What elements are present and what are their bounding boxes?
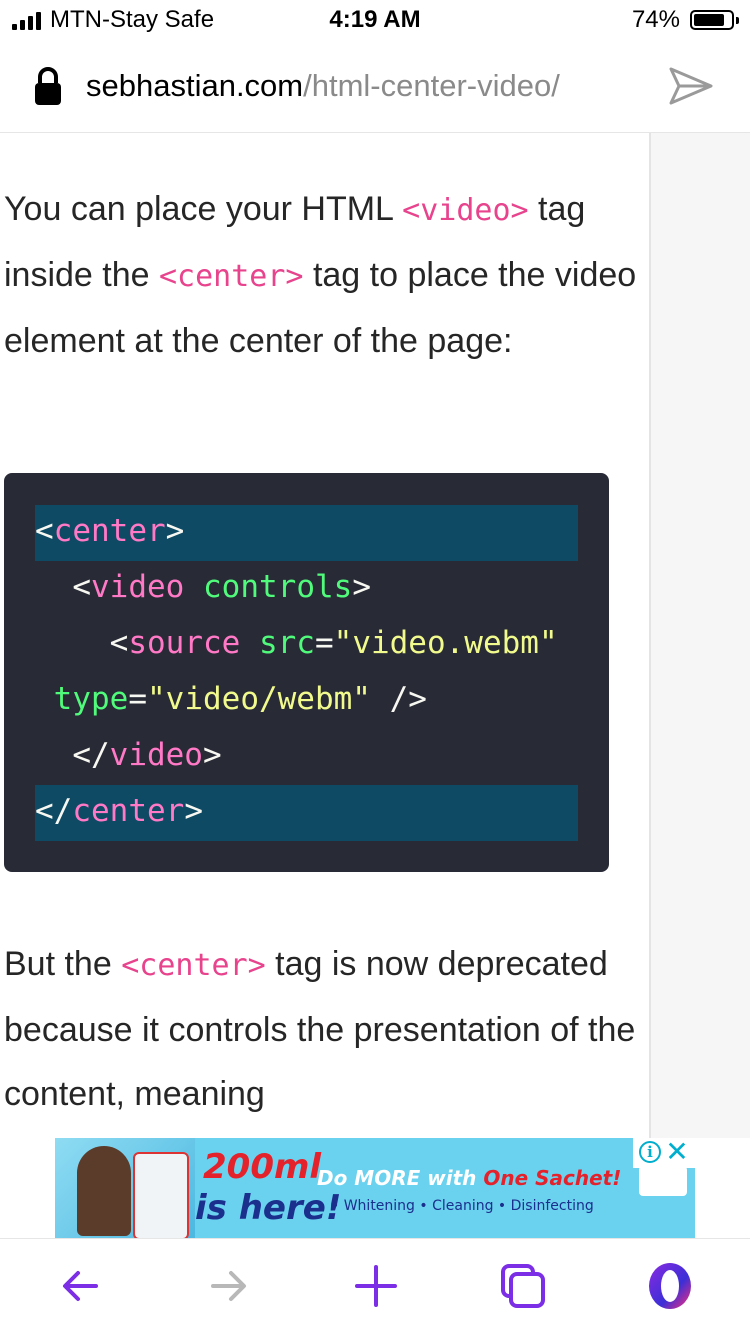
code-line: <center> (35, 505, 578, 561)
ad-product-image (133, 1152, 189, 1238)
code-token-punc: < (109, 625, 129, 661)
inline-code-video: <video> (402, 193, 529, 228)
code-line: <source src="video.webm" (35, 617, 578, 673)
article-content: You can place your HTML <video> tag insi… (0, 133, 650, 1138)
ad-headline-b: One Sachet! (483, 1166, 622, 1190)
text-span: But the (4, 945, 122, 983)
code-token-punc: /> (370, 681, 427, 717)
lock-icon (35, 67, 61, 105)
code-token-tag: center (72, 793, 185, 829)
ad-headline-a: Do MORE with (317, 1166, 484, 1190)
code-token-punc: > (202, 737, 222, 773)
ad-size-text: 200ml (203, 1147, 322, 1187)
plus-icon[interactable] (351, 1261, 401, 1311)
url-host: sebhastian.com (86, 68, 304, 103)
code-token-attr: type (53, 681, 129, 717)
tabs-icon[interactable] (498, 1261, 548, 1311)
code-token-punc: < (72, 569, 91, 605)
code-token-attr: src (258, 625, 315, 661)
code-token-punc (184, 569, 203, 605)
ad-person-image (77, 1146, 131, 1236)
ad-is-here-text: is here! (195, 1188, 342, 1228)
code-block: <center> <video controls> <source src="v… (4, 473, 609, 872)
ad-features: • Whitening • Cleaning • Disinfecting (331, 1198, 594, 1214)
battery-percent: 74% (631, 6, 680, 33)
code-token-str: "video/webm" (147, 681, 371, 717)
code-line: type="video/webm" /> (35, 673, 578, 729)
scroll-track[interactable] (649, 133, 750, 1138)
code-line: </center> (35, 785, 578, 841)
code-token-attr: controls (203, 569, 353, 605)
code-token-str: "video.webm" (333, 625, 558, 661)
ad-brand-logo (639, 1166, 687, 1196)
inline-code-center: <center> (121, 948, 266, 983)
code-token-punc: > (184, 793, 203, 829)
paragraph-intro: You can place your HTML <video> tag insi… (4, 177, 644, 373)
code-token-punc: = (314, 625, 334, 661)
paragraph-deprecated: But the <center> tag is now deprecated b… (4, 932, 644, 1126)
code-token-punc: > (352, 569, 371, 605)
ad-controls: i ✕ (633, 1138, 695, 1168)
send-icon[interactable] (668, 66, 714, 106)
ad-info-icon[interactable]: i (639, 1141, 661, 1163)
code-token-punc: = (128, 681, 147, 717)
bottom-toolbar (0, 1238, 750, 1335)
inline-code-center: <center> (159, 259, 304, 294)
ad-banner[interactable]: 200ml is here! Do MORE with One Sachet! … (55, 1138, 695, 1238)
text-span: You can place your HTML (4, 190, 403, 228)
code-line: </video> (35, 729, 578, 785)
forward-arrow-icon[interactable] (203, 1261, 253, 1311)
code-token-punc: </ (35, 793, 73, 829)
ad-photo (55, 1138, 195, 1238)
url-path: /html-center-video/ (303, 68, 560, 103)
ad-close-icon[interactable]: ✕ (665, 1138, 689, 1166)
code-token-tag: source (128, 625, 241, 661)
code-token-punc: </ (72, 737, 110, 773)
code-token-punc (240, 625, 259, 661)
opera-logo-icon[interactable] (645, 1261, 695, 1311)
ad-headline: Do MORE with One Sachet! (317, 1166, 621, 1190)
back-arrow-icon[interactable] (56, 1261, 106, 1311)
code-line: <video controls> (35, 561, 578, 617)
code-token-punc: < (35, 513, 54, 549)
code-token-punc: > (165, 513, 185, 549)
page-url[interactable]: sebhastian.com/html-center-video/ (86, 68, 560, 104)
code-token-tag: video (109, 737, 203, 773)
address-bar[interactable]: sebhastian.com/html-center-video/ (0, 42, 750, 133)
code-token-tag: center (53, 513, 166, 549)
status-bar: MTN-Stay Safe 4:19 AM 74% (0, 0, 750, 42)
battery-icon (690, 10, 739, 30)
code-token-tag: video (91, 569, 185, 605)
